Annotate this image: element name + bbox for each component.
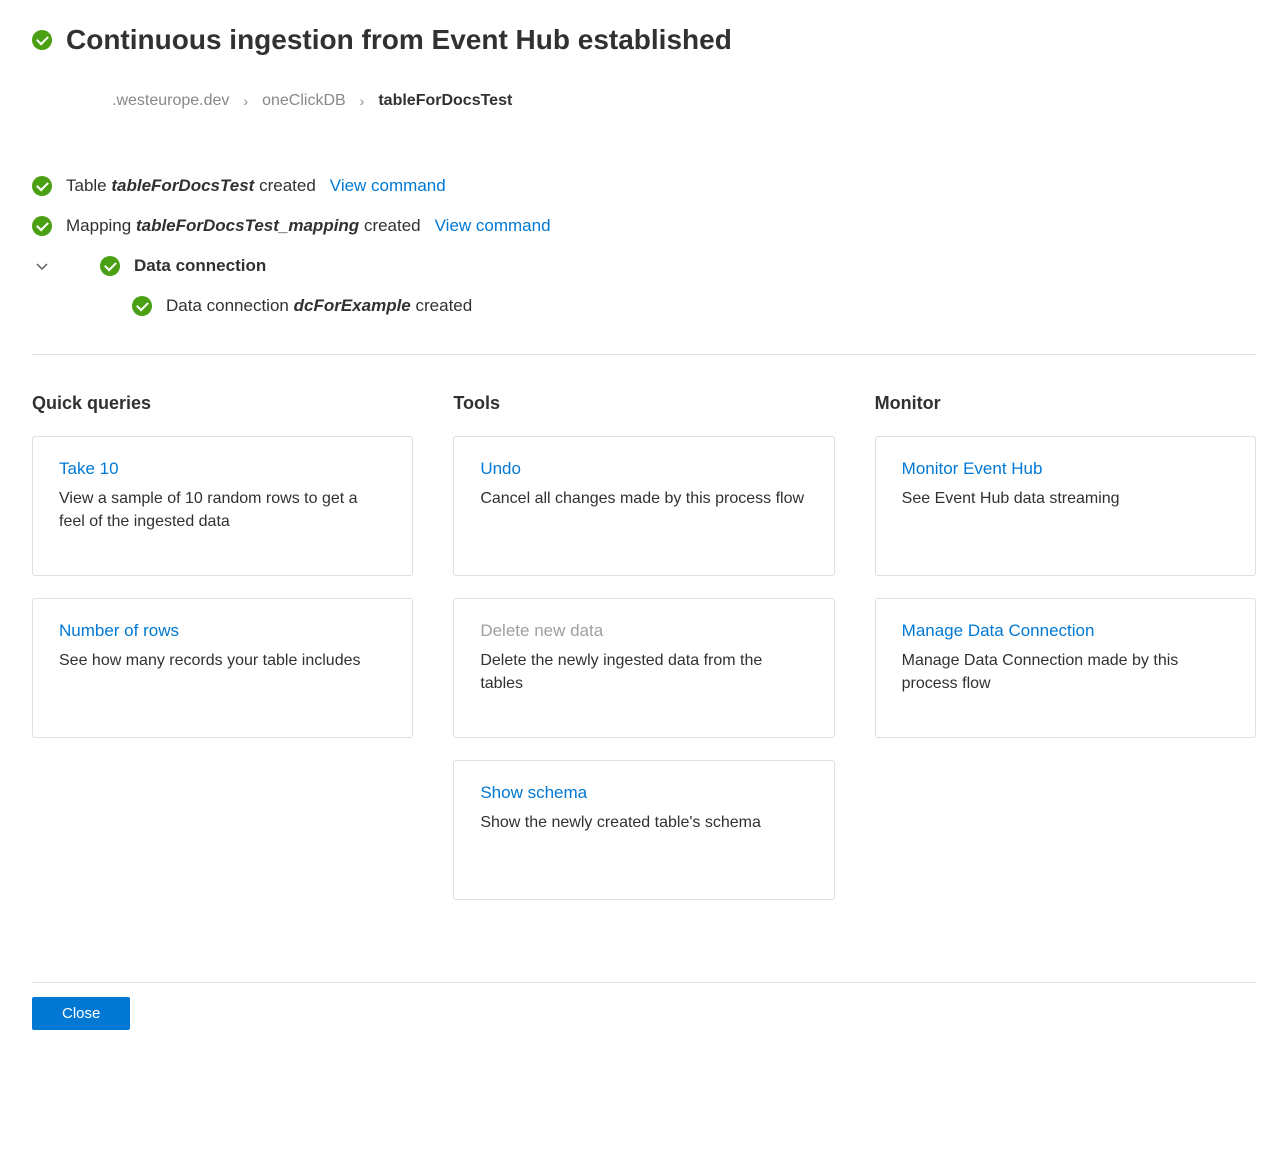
success-icon xyxy=(32,30,52,50)
card-number-of-rows[interactable]: Number of rows See how many records your… xyxy=(32,598,413,738)
page-title: Continuous ingestion from Event Hub esta… xyxy=(66,24,732,56)
view-command-link[interactable]: View command xyxy=(330,176,446,196)
card-take-10[interactable]: Take 10 View a sample of 10 random rows … xyxy=(32,436,413,576)
card-description: Cancel all changes made by this process … xyxy=(480,487,807,510)
card-title-link: Delete new data xyxy=(480,621,807,641)
breadcrumb: .westeurope.dev › oneClickDB › tableForD… xyxy=(112,92,1256,110)
card-description: Show the newly created table's schema xyxy=(480,811,807,834)
card-undo[interactable]: Undo Cancel all changes made by this pro… xyxy=(453,436,834,576)
status-data-connection[interactable]: Data connection xyxy=(32,246,1256,286)
card-description: Manage Data Connection made by this proc… xyxy=(902,649,1229,695)
card-title-link[interactable]: Undo xyxy=(480,459,807,479)
card-description: View a sample of 10 random rows to get a… xyxy=(59,487,386,533)
card-title-link[interactable]: Show schema xyxy=(480,783,807,803)
cards-section: Quick queries Take 10 View a sample of 1… xyxy=(32,393,1256,922)
card-description: See how many records your table includes xyxy=(59,649,386,672)
status-text: Data connection dcForExample created xyxy=(166,296,472,316)
card-show-schema[interactable]: Show schema Show the newly created table… xyxy=(453,760,834,900)
column-title: Tools xyxy=(453,393,834,414)
status-data-connection-child: Data connection dcForExample created xyxy=(32,286,1256,326)
column-title: Quick queries xyxy=(32,393,413,414)
card-delete-new-data: Delete new data Delete the newly ingeste… xyxy=(453,598,834,738)
card-manage-data-connection[interactable]: Manage Data Connection Manage Data Conne… xyxy=(875,598,1256,738)
success-icon xyxy=(32,176,52,196)
card-title-link[interactable]: Manage Data Connection xyxy=(902,621,1229,641)
success-icon xyxy=(132,296,152,316)
page-header: Continuous ingestion from Event Hub esta… xyxy=(32,24,1256,56)
card-title-link[interactable]: Monitor Event Hub xyxy=(902,459,1229,479)
success-icon xyxy=(100,256,120,276)
card-title-link[interactable]: Number of rows xyxy=(59,621,386,641)
status-mapping-created: Mapping tableForDocsTest_mapping created… xyxy=(32,206,1256,246)
breadcrumb-database[interactable]: oneClickDB xyxy=(262,92,346,110)
card-title-link[interactable]: Take 10 xyxy=(59,459,386,479)
footer: Close xyxy=(32,982,1256,1030)
status-text: Table tableForDocsTest created xyxy=(66,176,316,196)
column-monitor: Monitor Monitor Event Hub See Event Hub … xyxy=(875,393,1256,922)
column-tools: Tools Undo Cancel all changes made by th… xyxy=(453,393,834,922)
status-table-created: Table tableForDocsTest created View comm… xyxy=(32,166,1256,206)
column-quick-queries: Quick queries Take 10 View a sample of 1… xyxy=(32,393,413,922)
close-button[interactable]: Close xyxy=(32,997,130,1030)
breadcrumb-table: tableForDocsTest xyxy=(378,92,512,110)
status-list: Table tableForDocsTest created View comm… xyxy=(32,166,1256,326)
chevron-down-icon[interactable] xyxy=(32,258,52,274)
chevron-right-icon: › xyxy=(243,93,248,109)
divider xyxy=(32,354,1256,355)
column-title: Monitor xyxy=(875,393,1256,414)
chevron-right-icon: › xyxy=(360,93,365,109)
breadcrumb-cluster[interactable]: .westeurope.dev xyxy=(112,92,229,110)
status-text: Data connection xyxy=(134,256,266,276)
status-text: Mapping tableForDocsTest_mapping created xyxy=(66,216,421,236)
card-monitor-event-hub[interactable]: Monitor Event Hub See Event Hub data str… xyxy=(875,436,1256,576)
card-description: See Event Hub data streaming xyxy=(902,487,1229,510)
card-description: Delete the newly ingested data from the … xyxy=(480,649,807,695)
success-icon xyxy=(32,216,52,236)
view-command-link[interactable]: View command xyxy=(435,216,551,236)
